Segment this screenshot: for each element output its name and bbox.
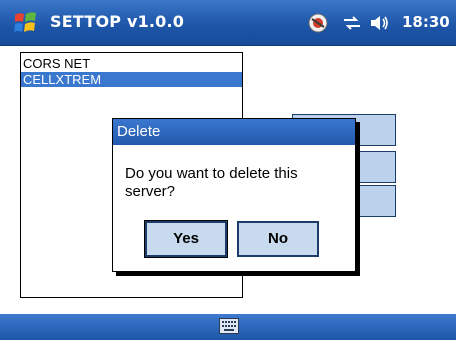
- app-title: SETTOP v1.0.0: [50, 12, 185, 31]
- clock[interactable]: 18:30: [402, 13, 450, 31]
- list-item-cors-net[interactable]: CORS NET: [21, 56, 242, 71]
- keyboard-icon[interactable]: [219, 318, 239, 334]
- dialog-title: Delete: [113, 119, 355, 145]
- list-item-cellxtrem[interactable]: CELLXTREM: [21, 72, 242, 87]
- connectivity-icon[interactable]: [340, 11, 364, 35]
- no-button[interactable]: No: [237, 221, 319, 257]
- status-area: 18:30: [306, 9, 452, 37]
- windows-start-icon[interactable]: [12, 9, 40, 37]
- title-bar: SETTOP v1.0.0 18:30: [0, 0, 456, 46]
- menu-bar: [0, 314, 456, 340]
- yes-button[interactable]: Yes: [145, 221, 227, 257]
- delete-dialog: Delete Do you want to delete this server…: [112, 118, 356, 272]
- dialog-message: Do you want to delete this server?: [125, 165, 298, 200]
- volume-icon[interactable]: [368, 11, 392, 35]
- network-status-icon[interactable]: [306, 11, 330, 35]
